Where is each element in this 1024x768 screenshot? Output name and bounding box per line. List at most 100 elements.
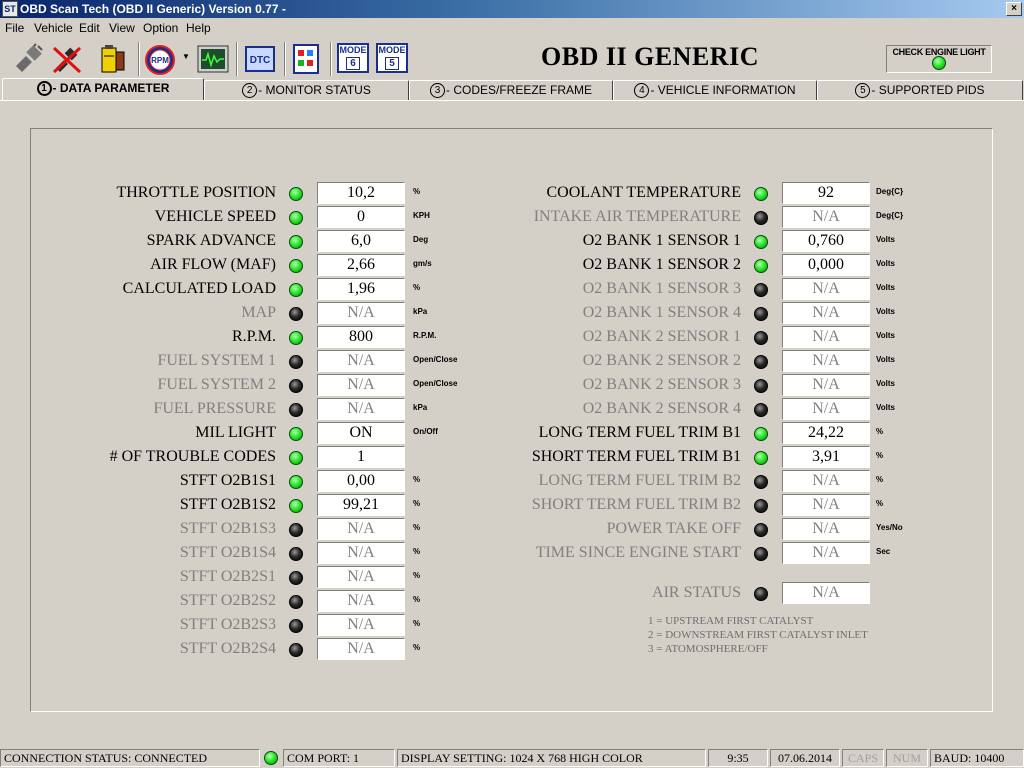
param-label: STFT O2B2S1: [179, 568, 276, 585]
param-row-spark-advance: SPARK ADVANCE 6,0 Deg: [90, 230, 470, 252]
mode-5-icon[interactable]: MODE 5: [376, 43, 408, 73]
dtc-icon[interactable]: DTC: [243, 42, 277, 76]
tab-monitor-status[interactable]: 2- MONITOR STATUS: [204, 80, 409, 100]
tab-data-parameter[interactable]: 1- DATA PARAMETER: [2, 78, 204, 100]
status-led-icon: [289, 331, 303, 345]
param-label: # OF TROUBLE CODES: [109, 448, 276, 465]
param-label: MIL LIGHT: [195, 424, 276, 441]
param-unit: KPH: [413, 211, 430, 220]
status-led-icon: [289, 259, 303, 273]
param-unit: Volts: [876, 307, 895, 316]
param-row-o2-bank-1-sensor-4: O2 BANK 1 SENSOR 4 N/A Volts: [510, 302, 930, 324]
menu-edit[interactable]: Edit: [79, 21, 100, 35]
param-row-stft-o2b2s3: STFT O2B2S3 N/A%: [90, 614, 470, 636]
status-led-icon: [289, 475, 303, 489]
param-value: N/A: [782, 374, 870, 396]
status-led-icon: [754, 259, 768, 273]
param-unit: Volts: [876, 379, 895, 388]
tab-label: - CODES/FREEZE FRAME: [445, 83, 592, 97]
status-led-icon: [289, 571, 303, 585]
mode-5-number: 5: [385, 57, 399, 70]
status-led-icon: [289, 379, 303, 393]
air-status-note: 2 = DOWNSTREAM FIRST CATALYST INLET: [648, 629, 868, 641]
param-unit: Volts: [876, 355, 895, 364]
close-button[interactable]: ×: [1006, 2, 1022, 16]
param-unit: %: [876, 427, 884, 436]
status-led-icon: [754, 235, 768, 249]
caps-lock-indicator: CAPS: [842, 749, 884, 767]
param-unit: Volts: [876, 259, 895, 268]
param-row-o2-bank-1-sensor-3: O2 BANK 1 SENSOR 3 N/A Volts: [510, 278, 930, 300]
param-value: 1,96: [317, 278, 405, 300]
param-value: N/A: [317, 398, 405, 420]
mode-6-icon[interactable]: MODE 6: [337, 43, 369, 73]
param-value: ON: [317, 422, 405, 444]
status-led-icon: [289, 595, 303, 609]
param-label: O2 BANK 2 SENSOR 1: [582, 328, 741, 345]
window-title: OBD Scan Tech (OBD II Generic) Version 0…: [20, 2, 286, 16]
param-row-long-term-fuel-trim-b2: LONG TERM FUEL TRIM B2 N/A%: [510, 470, 930, 492]
mode-6-label: MODE: [339, 45, 367, 55]
param-row-stft-o2b1s4: STFT O2B1S4 N/A%: [90, 542, 470, 564]
tab-label: - DATA PARAMETER: [52, 81, 170, 95]
battery-icon[interactable]: [96, 42, 130, 76]
param-value: 3,91: [782, 446, 870, 468]
param-value: N/A: [782, 278, 870, 300]
tab-supported-pids[interactable]: 5- SUPPORTED PIDS: [817, 80, 1023, 100]
menu-option[interactable]: Option: [143, 21, 178, 35]
rpm-gauge-icon[interactable]: RPM: [144, 42, 178, 76]
param-label: STFT O2B1S1: [179, 472, 276, 489]
menu-view[interactable]: View: [109, 21, 135, 35]
param-label: POWER TAKE OFF: [606, 520, 741, 537]
param-value: N/A: [317, 302, 405, 324]
param-label: LONG TERM FUEL TRIM B1: [538, 424, 741, 441]
param-value: 2,66: [317, 254, 405, 276]
param-value: N/A: [782, 398, 870, 420]
freeze-frame-icon[interactable]: [290, 42, 324, 76]
param-row-stft-o2b2s1: STFT O2B2S1 N/A%: [90, 566, 470, 588]
brand-title: OBD II GENERIC: [541, 42, 759, 71]
param-row-long-term-fuel-trim-b1: LONG TERM FUEL TRIM B1 24,22%: [510, 422, 930, 444]
dropdown-arrow-icon[interactable]: ▼: [182, 52, 190, 61]
param-label: STFT O2B2S2: [179, 592, 276, 609]
connect-cable-icon[interactable]: [12, 42, 46, 76]
menu-file[interactable]: File: [5, 21, 24, 35]
clock-time: 9:35: [708, 749, 768, 767]
param-value: N/A: [782, 542, 870, 564]
clock-date: 07.06.2014: [770, 749, 840, 767]
menu-help[interactable]: Help: [186, 21, 211, 35]
air-status-value: N/A: [782, 582, 870, 604]
param-unit: Volts: [876, 331, 895, 340]
param-row-o2-bank-2-sensor-2: O2 BANK 2 SENSOR 2 N/A Volts: [510, 350, 930, 372]
param-row-stft-o2b2s4: STFT O2B2S4 N/A%: [90, 638, 470, 660]
tab-vehicle-information[interactable]: 4- VEHICLE INFORMATION: [613, 80, 817, 100]
status-led-icon: [754, 523, 768, 537]
menu-vehicle[interactable]: Vehicle: [34, 21, 73, 35]
rpm-label: RPM: [151, 56, 169, 65]
param-label: LONG TERM FUEL TRIM B2: [538, 472, 741, 489]
status-led-icon: [289, 307, 303, 321]
param-row-mil-light: MIL LIGHT ON On/Off: [90, 422, 470, 444]
param-row-calculated-load: CALCULATED LOAD 1,96%: [90, 278, 470, 300]
param-unit: %: [413, 187, 421, 196]
status-led-icon: [289, 619, 303, 633]
tab-codes-freeze-frame[interactable]: 3- CODES/FREEZE FRAME: [409, 80, 613, 100]
oscilloscope-icon[interactable]: [196, 42, 230, 76]
param-value: N/A: [782, 494, 870, 516]
status-led-icon: [754, 307, 768, 321]
param-label: R.P.M.: [231, 328, 276, 345]
param-row-fuel-system-1: FUEL SYSTEM 1 N/A Open/Close: [90, 350, 470, 372]
param-row-o2-bank-1-sensor-2: O2 BANK 1 SENSOR 2 0,000 Volts: [510, 254, 930, 276]
disconnect-icon[interactable]: [50, 42, 84, 76]
param-value: N/A: [317, 566, 405, 588]
param-row-stft-o2b1s3: STFT O2B1S3 N/A%: [90, 518, 470, 540]
app-icon[interactable]: ST: [2, 1, 18, 17]
param-value: 0,00: [317, 470, 405, 492]
param-value: 0,760: [782, 230, 870, 252]
param-unit: %: [413, 547, 421, 556]
status-led-icon: [289, 523, 303, 537]
tab-number-badge: 5: [855, 83, 871, 98]
tab-number-badge: 2: [242, 83, 258, 98]
param-row-of-trouble-codes: # OF TROUBLE CODES 1: [90, 446, 470, 468]
param-unit: Volts: [876, 235, 895, 244]
